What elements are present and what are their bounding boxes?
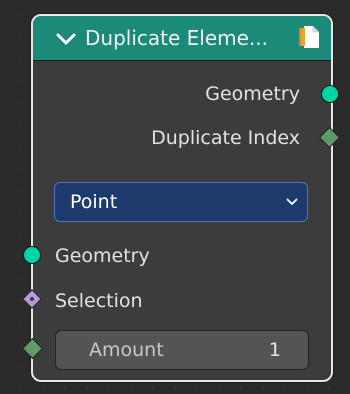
node-header[interactable]: Duplicate Eleme... — [33, 16, 331, 61]
document-icon — [299, 26, 319, 48]
domain-dropdown-value: Point — [70, 191, 118, 213]
input-geometry-label: Geometry — [55, 245, 150, 267]
output-duplicate-index-label: Duplicate Index — [151, 127, 300, 149]
node-title: Duplicate Eleme... — [85, 26, 268, 50]
domain-dropdown[interactable]: Point — [54, 182, 308, 222]
chevron-down-icon — [286, 198, 298, 205]
amount-value[interactable]: 1 — [269, 337, 281, 363]
collapse-chevron-icon[interactable] — [55, 32, 77, 46]
geometry-socket-circle — [23, 246, 41, 264]
input-selection: Selection — [55, 288, 143, 314]
duplicate-elements-node[interactable]: Duplicate Eleme... Geometry Duplicate In… — [21, 14, 341, 382]
integer-socket-diamond — [318, 126, 341, 149]
geometry-socket-circle — [321, 85, 339, 103]
output-duplicate-index-socket[interactable] — [318, 126, 341, 149]
amount-field[interactable]: Amount 1 — [55, 330, 309, 370]
input-amount-socket[interactable] — [21, 337, 44, 360]
input-selection-socket[interactable] — [22, 289, 43, 310]
input-geometry-socket[interactable] — [23, 246, 41, 264]
input-geometry: Geometry — [55, 243, 150, 269]
output-geometry-label: Geometry — [205, 83, 300, 105]
amount-label: Amount — [89, 339, 164, 361]
input-selection-label: Selection — [55, 290, 143, 312]
output-duplicate-index: Duplicate Index — [151, 125, 300, 151]
output-geometry: Geometry — [205, 81, 300, 107]
boolean-field-socket-diamond — [22, 289, 42, 309]
integer-socket-diamond — [21, 337, 44, 360]
output-geometry-socket[interactable] — [321, 85, 339, 103]
